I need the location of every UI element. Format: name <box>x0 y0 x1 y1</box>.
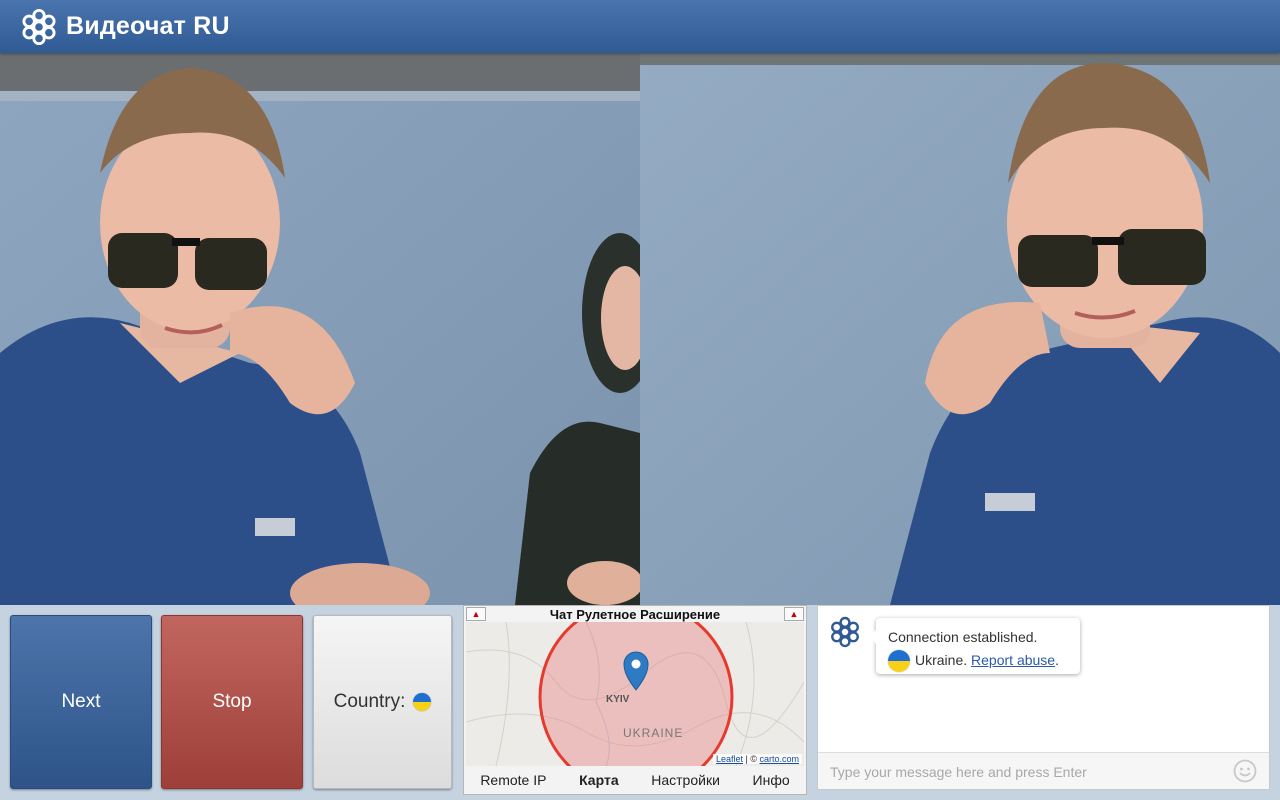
system-message: Connection established. Ukraine. Report … <box>869 618 1080 674</box>
chat-panel: Connection established. Ukraine. Report … <box>817 605 1270 790</box>
report-abuse-link[interactable]: Report abuse <box>971 652 1055 668</box>
remote-video <box>0 53 640 605</box>
carto-link[interactable]: carto.com <box>759 754 799 764</box>
app-title: Видеочат RU <box>66 12 230 40</box>
extension-panel: ▲ Чат Рулетное Расширение ▲ KYIV UKRAINE <box>463 605 807 795</box>
ukraine-flag-icon <box>888 650 910 673</box>
tab-settings[interactable]: Настройки <box>651 772 720 788</box>
attribution-separator: | © <box>743 754 760 764</box>
emoji-smiley-icon[interactable] <box>1233 759 1257 783</box>
connection-status-text: Connection established. <box>888 629 1038 645</box>
stop-button[interactable]: Stop <box>161 615 303 789</box>
extension-tabs: Remote IP Карта Настройки Инфо <box>464 768 806 792</box>
collapse-right-icon[interactable]: ▲ <box>784 607 804 621</box>
logo-icon <box>22 8 56 45</box>
chat-input-bar <box>818 752 1269 789</box>
map-attribution: Leaflet | © carto.com <box>712 754 802 764</box>
tab-info[interactable]: Инфо <box>753 772 790 788</box>
chat-message-input[interactable] <box>828 759 1222 785</box>
tab-map[interactable]: Карта <box>579 772 619 788</box>
ukraine-flag-icon <box>413 693 432 711</box>
map-country-label: UKRAINE <box>623 726 683 740</box>
next-button[interactable]: Next <box>10 615 152 789</box>
country-select-button[interactable]: Country: <box>313 615 452 789</box>
tab-remote-ip[interactable]: Remote IP <box>480 772 546 788</box>
control-panel: Next Stop Country: ▲ Чат Рулетное Расшир… <box>0 605 1280 800</box>
map-city-label: KYIV <box>606 694 630 705</box>
map-view[interactable]: KYIV UKRAINE Leaflet | © carto.com <box>466 622 804 766</box>
extension-title: Чат Рулетное Расширение <box>549 607 721 622</box>
self-video <box>640 53 1280 605</box>
report-suffix: . <box>1055 652 1059 668</box>
system-bot-icon <box>831 616 859 648</box>
country-label: Country: <box>333 691 406 712</box>
partner-country: Ukraine. <box>915 652 968 668</box>
leaflet-link[interactable]: Leaflet <box>716 754 743 764</box>
app-header: Видеочат RU <box>0 0 1280 53</box>
